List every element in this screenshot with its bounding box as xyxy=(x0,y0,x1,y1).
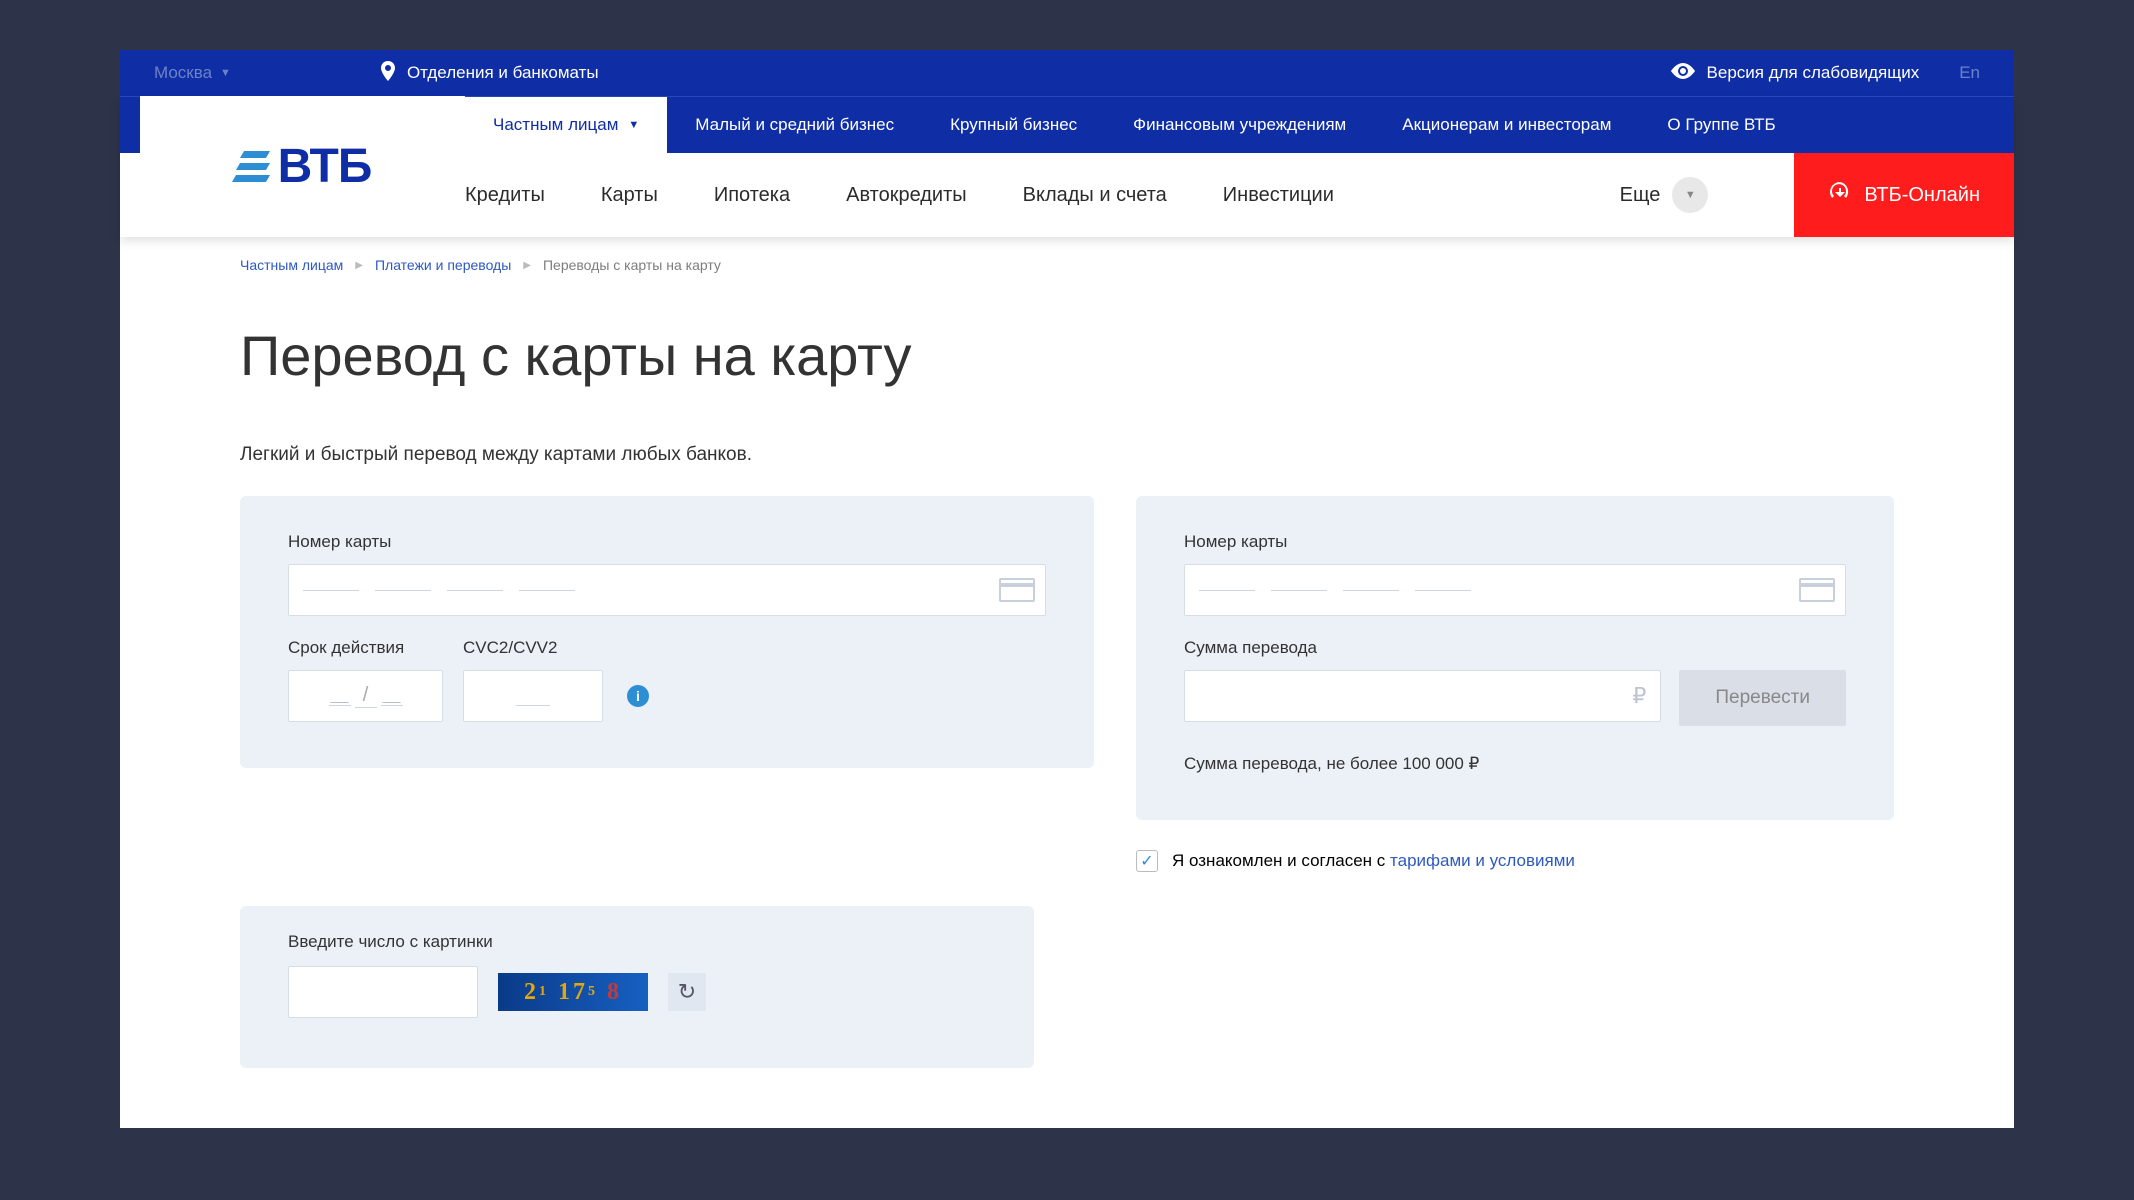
accessibility-label: Версия для слабовидящих xyxy=(1707,63,1920,83)
page-subtitle: Легкий и быстрый перевод между картами л… xyxy=(240,444,1894,466)
chevron-down-icon: ▼ xyxy=(220,67,231,79)
page-title: Перевод с карты на карту xyxy=(240,323,1894,388)
from-card-panel: Номер карты Срок действия __/__ CVC2/CVV… xyxy=(240,496,1094,768)
more-dropdown-button[interactable]: ▼ xyxy=(1672,177,1708,213)
to-card-label: Номер карты xyxy=(1184,532,1846,552)
expiry-label: Срок действия xyxy=(288,638,443,658)
cvv-input[interactable] xyxy=(463,670,603,722)
segment-personal[interactable]: Частным лицам ▼ xyxy=(465,97,667,153)
terms-link[interactable]: тарифами и условиями xyxy=(1390,851,1575,870)
chevron-right-icon: ▶ xyxy=(355,260,363,271)
eye-icon xyxy=(1671,63,1695,84)
card-icon xyxy=(1799,578,1835,602)
city-label: Москва xyxy=(154,63,212,83)
amount-input[interactable]: ₽ xyxy=(1184,670,1661,722)
crumb-personal[interactable]: Частным лицам xyxy=(240,257,343,273)
cvv-info-icon[interactable]: i xyxy=(627,685,649,707)
logo-text: ВТБ xyxy=(278,139,372,194)
captcha-label: Введите число с картинки xyxy=(288,932,986,952)
login-icon xyxy=(1828,180,1852,210)
nav-invest[interactable]: Инвестиции xyxy=(1223,184,1334,207)
segment-label: Частным лицам xyxy=(493,115,618,135)
card-icon xyxy=(999,578,1035,602)
logo[interactable]: ВТБ xyxy=(140,96,465,216)
logo-icon xyxy=(234,151,268,182)
captcha-panel: Введите число с картинки 21 175 8 ↻ xyxy=(240,906,1034,1068)
nav-cards[interactable]: Карты xyxy=(601,184,658,207)
captcha-input[interactable] xyxy=(288,966,478,1018)
locations-label: Отделения и банкоматы xyxy=(407,63,599,83)
segment-corporate[interactable]: Крупный бизнес xyxy=(922,97,1105,153)
cvv-label: CVC2/CVV2 xyxy=(463,638,603,658)
lang-switch[interactable]: En xyxy=(1959,63,1980,83)
segment-financial[interactable]: Финансовым учреждениям xyxy=(1105,97,1374,153)
crumb-current: Переводы с карты на карту xyxy=(543,257,721,273)
amount-limit-hint: Сумма перевода, не более 100 000 ₽ xyxy=(1184,754,1846,774)
online-banking-button[interactable]: ВТБ-Онлайн xyxy=(1794,153,2014,237)
segment-investors[interactable]: Акционерам и инвесторам xyxy=(1374,97,1639,153)
from-card-input[interactable] xyxy=(288,564,1046,616)
nav-more[interactable]: Еще xyxy=(1620,184,1661,207)
locations-link[interactable]: Отделения и банкоматы xyxy=(381,61,599,86)
terms-text: Я ознакомлен и согласен с тарифами и усл… xyxy=(1172,851,1575,871)
nav-mortgage[interactable]: Ипотека xyxy=(714,184,790,207)
terms-checkbox[interactable]: ✓ xyxy=(1136,850,1158,872)
nav-credits[interactable]: Кредиты xyxy=(465,184,545,207)
captcha-image: 21 175 8 xyxy=(498,973,648,1011)
to-card-panel: Номер карты Сумма перевода ₽ Перевести С… xyxy=(1136,496,1894,820)
refresh-icon: ↻ xyxy=(678,979,696,1005)
expiry-input[interactable]: __/__ xyxy=(288,670,443,722)
breadcrumb: Частным лицам ▶ Платежи и переводы ▶ Пер… xyxy=(240,257,1894,273)
accessibility-link[interactable]: Версия для слабовидящих xyxy=(1671,63,1920,84)
nav-auto[interactable]: Автокредиты xyxy=(846,184,967,207)
chevron-down-icon: ▼ xyxy=(628,119,639,131)
pin-icon xyxy=(381,61,395,86)
captcha-refresh-button[interactable]: ↻ xyxy=(668,973,706,1011)
from-card-label: Номер карты xyxy=(288,532,1046,552)
chevron-right-icon: ▶ xyxy=(523,260,531,271)
chevron-down-icon: ▼ xyxy=(1685,189,1696,201)
online-label: ВТБ-Онлайн xyxy=(1864,184,1980,207)
segment-about[interactable]: О Группе ВТБ xyxy=(1639,97,1803,153)
crumb-payments[interactable]: Платежи и переводы xyxy=(375,257,511,273)
transfer-button[interactable]: Перевести xyxy=(1679,670,1846,726)
segment-smb[interactable]: Малый и средний бизнес xyxy=(667,97,922,153)
city-selector[interactable]: Москва ▼ xyxy=(154,63,231,83)
to-card-input[interactable] xyxy=(1184,564,1846,616)
ruble-icon: ₽ xyxy=(1632,683,1646,709)
nav-deposits[interactable]: Вклады и счета xyxy=(1023,184,1167,207)
amount-label: Сумма перевода xyxy=(1184,638,1846,658)
